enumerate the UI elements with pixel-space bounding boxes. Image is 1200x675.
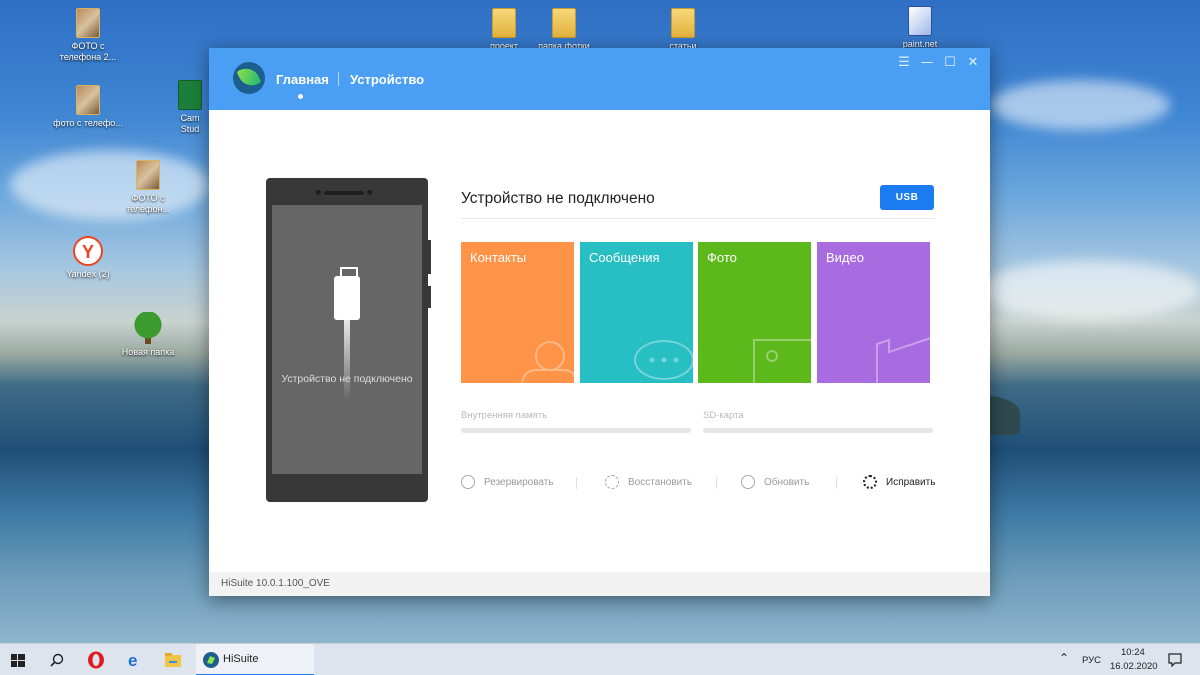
photo-icon — [753, 339, 811, 383]
file-explorer-icon[interactable] — [164, 652, 182, 668]
desktop-icon-label: ФОТО с телефон... — [126, 193, 170, 214]
hisuite-logo-icon — [233, 62, 265, 94]
tile-contacts[interactable]: Контакты — [461, 242, 574, 383]
desktop-icon-foto-telefona-2[interactable]: ФОТО с телефона 2... — [50, 8, 126, 63]
folder-icon — [552, 8, 576, 38]
clock-time[interactable]: 10:24 — [1121, 647, 1145, 658]
cloud — [990, 80, 1170, 130]
desktop-icon-yandex[interactable]: Yandex (2) — [50, 236, 126, 280]
restore-label: Восстановить — [628, 477, 693, 488]
tile-messages-label: Сообщения — [589, 250, 660, 265]
restore-button[interactable]: Восстановить — [605, 475, 705, 491]
restore-icon — [605, 475, 619, 489]
desktop-icon-foto-telefon[interactable]: ФОТО с телефон... — [110, 160, 186, 215]
repair-label: Исправить — [886, 477, 936, 488]
phone-camera — [316, 190, 321, 195]
message-icon — [634, 340, 693, 380]
phone-sensor — [367, 190, 372, 195]
start-windows-icon[interactable] — [11, 654, 25, 667]
taskbar: e HiSuite ⌃ РУС 10:24 16.02.2020 — [0, 643, 1200, 675]
tile-contacts-label: Контакты — [470, 250, 527, 265]
desktop-icon-papka-fotki[interactable]: папка фотки — [526, 8, 602, 52]
repair-icon — [863, 475, 877, 489]
contact-icon — [521, 341, 574, 383]
update-label: Обновить — [764, 477, 810, 488]
tree-icon — [133, 312, 163, 344]
title-bar: Главная Устройство ☰ — ☐ ✕ — [209, 48, 990, 110]
tab-home[interactable]: Главная — [276, 72, 329, 87]
desktop-icon-camtasia[interactable]: Cam Stud — [170, 80, 210, 135]
tile-photo[interactable]: Фото — [698, 242, 811, 383]
video-icon — [876, 337, 930, 383]
sd-card-label: SD-карта — [703, 410, 744, 421]
folder-icon — [671, 8, 695, 38]
action-separator — [836, 477, 837, 489]
phone-speaker — [324, 191, 364, 195]
desktop-icon-label: Новая папка — [121, 347, 175, 357]
photo-folder-icon — [136, 160, 160, 190]
opera-icon[interactable] — [87, 651, 105, 669]
repair-button[interactable]: Исправить — [863, 475, 943, 491]
clock-date[interactable]: 16.02.2020 — [1110, 661, 1158, 672]
divider — [461, 218, 935, 219]
internal-storage-bar — [461, 428, 691, 433]
phone-side-button — [428, 240, 431, 274]
svg-text:e: e — [128, 651, 137, 669]
edge-icon[interactable]: e — [126, 651, 144, 669]
tab-separator — [338, 72, 339, 86]
photo-folder-icon — [76, 85, 100, 115]
desktop-icon-foto-telefona[interactable]: фото с телефо... — [50, 85, 126, 129]
desktop-icon-new-folder[interactable]: Новая папка — [110, 312, 186, 358]
desktop-icon-paint-net[interactable]: paint.net — [882, 6, 958, 50]
desktop-icon-label: фото с телефо... — [53, 118, 123, 128]
action-separator — [576, 477, 577, 489]
maximize-button[interactable]: ☐ — [941, 55, 959, 71]
status-bar: HiSuite 10.0.1.100_OVE — [209, 572, 990, 596]
backup-icon — [461, 475, 475, 489]
tray-expand-icon[interactable]: ⌃ — [1059, 651, 1069, 665]
desktop-icon-label: Yandex (2) — [66, 269, 110, 279]
hisuite-taskbar-icon — [203, 652, 219, 668]
internal-storage-label: Внутренняя память — [461, 410, 548, 421]
desktop-icon-label: Cam Stud — [180, 113, 200, 134]
backup-label: Резервировать — [484, 477, 554, 488]
backup-button[interactable]: Резервировать — [461, 475, 571, 491]
yandex-icon — [73, 236, 103, 266]
phone-screen: Устройство не подключено — [272, 205, 422, 474]
desktop-icon-stati[interactable]: статьи — [645, 8, 721, 52]
usb-button[interactable]: USB — [880, 185, 934, 210]
menu-icon[interactable]: ☰ — [895, 55, 913, 71]
cloud — [980, 260, 1200, 320]
phone-illustration: Устройство не подключено — [266, 178, 431, 502]
update-icon — [741, 475, 755, 489]
tile-photo-label: Фото — [707, 250, 737, 265]
hisuite-window: Главная Устройство ☰ — ☐ ✕ Устройство не… — [209, 48, 990, 596]
phone-side-button — [428, 286, 431, 308]
sd-card-bar — [703, 428, 933, 433]
tile-messages[interactable]: Сообщения — [580, 242, 693, 383]
taskbar-hisuite-label: HiSuite — [223, 653, 259, 665]
tile-video-label: Видео — [826, 250, 864, 265]
camtasia-icon — [178, 80, 202, 110]
folder-icon — [492, 8, 516, 38]
tile-video[interactable]: Видео — [817, 242, 930, 383]
update-button[interactable]: Обновить — [741, 475, 831, 491]
usb-plug-icon — [334, 267, 360, 320]
language-indicator[interactable]: РУС — [1082, 655, 1101, 666]
usb-cable — [344, 320, 350, 400]
paint-net-icon — [908, 6, 932, 36]
active-tab-indicator — [298, 94, 303, 99]
tab-device[interactable]: Устройство — [350, 72, 424, 87]
action-separator — [716, 477, 717, 489]
desktop-icon-label: ФОТО с телефона 2... — [59, 41, 117, 62]
close-button[interactable]: ✕ — [964, 55, 982, 71]
search-icon[interactable] — [50, 653, 64, 667]
phone-status-text: Устройство не подключено — [281, 373, 413, 385]
version-label: HiSuite 10.0.1.100_OVE — [221, 578, 330, 589]
minimize-button[interactable]: — — [918, 55, 936, 71]
notifications-icon[interactable] — [1168, 653, 1182, 667]
photo-folder-icon — [76, 8, 100, 38]
connection-status-title: Устройство не подключено — [461, 190, 655, 207]
